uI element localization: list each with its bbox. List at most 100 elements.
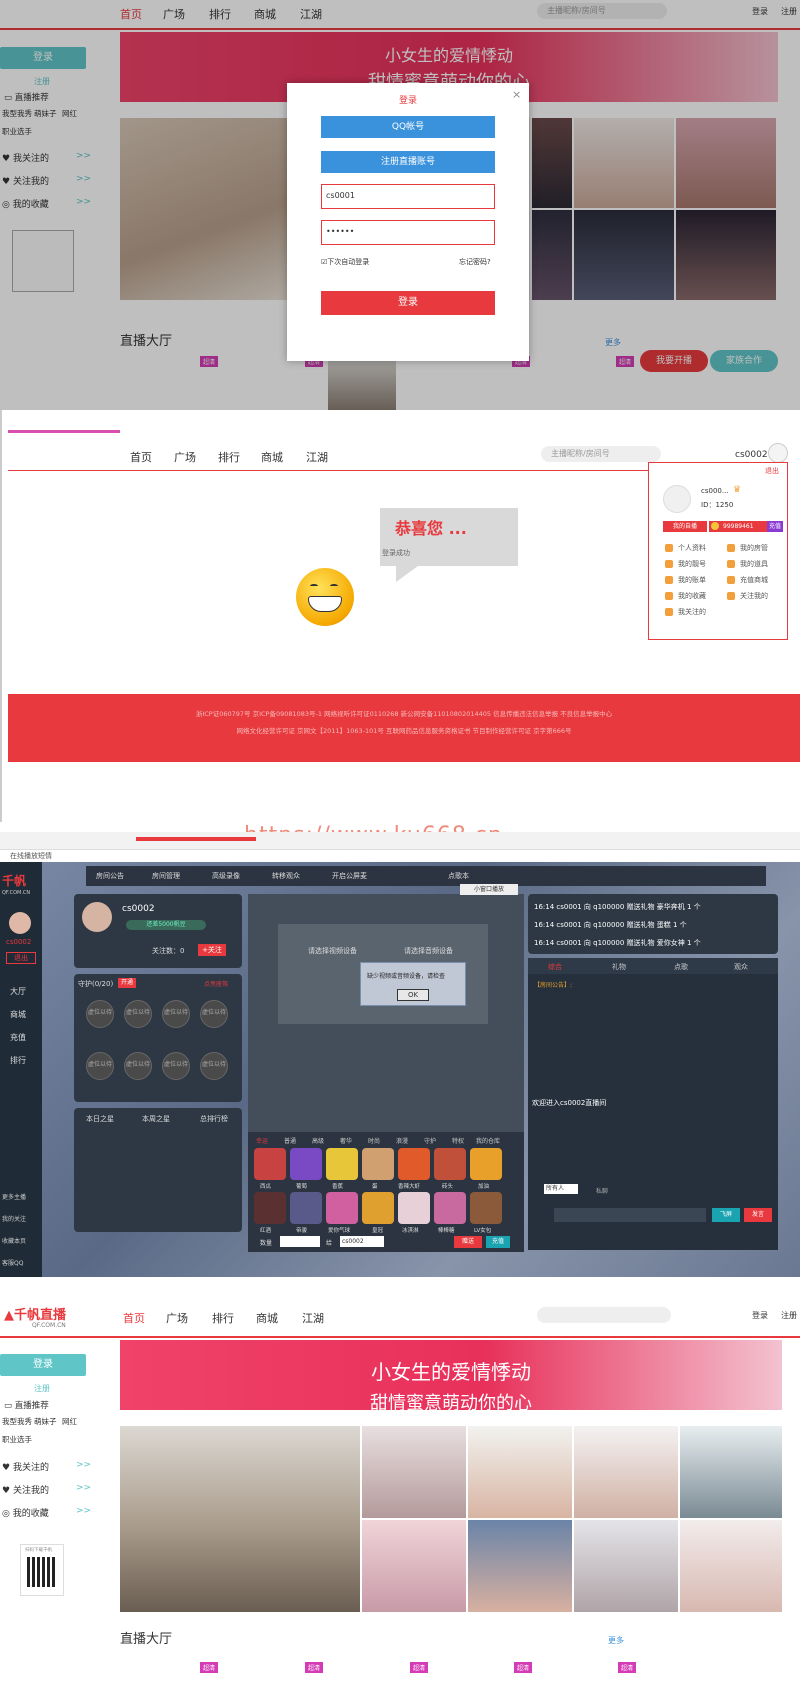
username-field[interactable]: cs0001 xyxy=(321,184,495,209)
featured-stream-photo[interactable] xyxy=(120,1426,360,1612)
stream-thumb[interactable] xyxy=(468,1426,572,1518)
avatar[interactable] xyxy=(768,443,788,463)
gift-tab[interactable]: 时尚 xyxy=(368,1136,380,1145)
alert-ok-button[interactable]: OK xyxy=(397,989,429,1001)
sidebar-logout-button[interactable]: 退出 xyxy=(6,952,36,964)
side-link-followers[interactable]: ♥ 关注我的 >> xyxy=(2,1483,91,1496)
menu-followers[interactable]: 关注我的 xyxy=(727,591,768,601)
password-field[interactable]: •••••• xyxy=(321,220,495,245)
auto-login-checkbox[interactable]: ☑下次自动登录 xyxy=(321,257,369,267)
gift-item[interactable] xyxy=(254,1148,286,1180)
sidebar-item-recharge[interactable]: 充值 xyxy=(10,1032,26,1043)
menu-recharge-mall[interactable]: 充值商城 xyxy=(727,575,768,585)
nav-mall[interactable]: 商城 xyxy=(261,449,283,465)
tab-title[interactable]: 在线播放短情 xyxy=(10,851,52,861)
nav-rank[interactable]: 排行 xyxy=(212,1310,234,1326)
menu-profile[interactable]: 个人资料 xyxy=(665,543,706,553)
chat-tab-song[interactable]: 点歌 xyxy=(674,962,688,972)
fly-screen-button[interactable]: 飞屏 xyxy=(712,1208,740,1222)
sidebar-item-mall[interactable]: 商城 xyxy=(10,1009,26,1020)
recharge-button[interactable]: 充值 xyxy=(767,521,783,532)
sidebar-my-follow[interactable]: 我的关注 xyxy=(2,1214,26,1223)
guard-slot[interactable]: 虚位以待 xyxy=(200,1052,228,1080)
banner[interactable]: 小女生的爱情悸动 甜情蜜意萌动你的心 xyxy=(120,1340,782,1410)
gift-item[interactable] xyxy=(434,1192,466,1224)
chat-tab-all[interactable]: 综合 xyxy=(548,962,562,972)
guard-slot[interactable]: 虚位以待 xyxy=(200,1000,228,1028)
side-tag-4[interactable]: 职业选手 xyxy=(2,1434,32,1445)
login-submit-button[interactable]: 登录 xyxy=(321,291,495,315)
host-avatar[interactable] xyxy=(82,902,112,932)
mini-window-button[interactable]: 小窗口播放 xyxy=(460,884,518,895)
gift-tab[interactable]: 特权 xyxy=(452,1136,464,1145)
chat-input[interactable] xyxy=(554,1208,706,1222)
search-input[interactable]: 主播昵称/房间号 xyxy=(541,446,661,462)
guard-link[interactable]: 点亮座驾 xyxy=(204,979,228,988)
stream-thumb[interactable] xyxy=(362,1520,466,1612)
stream-thumb[interactable] xyxy=(574,1426,678,1518)
rank-tab-day[interactable]: 本日之星 xyxy=(86,1114,114,1124)
qq-login-button[interactable]: QQ帐号 xyxy=(321,116,495,138)
side-register-link[interactable]: 注册 xyxy=(34,1383,50,1394)
stream-thumb[interactable] xyxy=(468,1520,572,1612)
login-link[interactable]: 登录 xyxy=(752,1310,768,1321)
side-tag-2[interactable]: 萌妹子 xyxy=(34,1416,57,1427)
side-login-button[interactable]: 登录 xyxy=(0,1354,86,1376)
sidebar-item-hall[interactable]: 大厅 xyxy=(10,986,26,997)
forgot-password-link[interactable]: 忘记密码? xyxy=(459,257,491,267)
sidebar-item-rank[interactable]: 排行 xyxy=(10,1055,26,1066)
gift-tab[interactable]: 守护 xyxy=(424,1136,436,1145)
toolbar-songbook[interactable]: 点歌本 xyxy=(448,871,469,881)
gift-item[interactable] xyxy=(326,1148,358,1180)
guard-slot[interactable]: 虚位以待 xyxy=(162,1052,190,1080)
stream-thumb[interactable] xyxy=(574,1520,678,1612)
gift-tab[interactable]: 高级 xyxy=(312,1136,324,1145)
qty-input[interactable] xyxy=(280,1236,320,1247)
nav-home[interactable]: 首页 xyxy=(123,1310,145,1326)
nav-square[interactable]: 广场 xyxy=(174,449,196,465)
toolbar-transfer[interactable]: 转移观众 xyxy=(272,871,300,881)
side-link-favorites[interactable]: ◎ 我的收藏 >> xyxy=(2,1506,91,1519)
nav-mall[interactable]: 商城 xyxy=(256,1310,278,1326)
gift-tab[interactable]: 普通 xyxy=(284,1136,296,1145)
gift-item[interactable] xyxy=(290,1192,322,1224)
stream-thumb[interactable] xyxy=(362,1426,466,1518)
gift-item[interactable] xyxy=(290,1148,322,1180)
sidebar-bookmark[interactable]: 收藏本页 xyxy=(2,1236,26,1245)
side-link-following[interactable]: ♥ 我关注的 >> xyxy=(2,1460,91,1473)
nav-square[interactable]: 广场 xyxy=(166,1310,188,1326)
send-gift-button[interactable]: 赠送 xyxy=(454,1236,482,1248)
my-stream-button[interactable]: 我的自播 xyxy=(663,521,707,532)
register-account-button[interactable]: 注册直播账号 xyxy=(321,151,495,173)
chat-send-button[interactable]: 发言 xyxy=(744,1208,772,1222)
gift-tab[interactable]: 浪漫 xyxy=(396,1136,408,1145)
menu-my-bill[interactable]: 我的账单 xyxy=(665,575,706,585)
nav-rank[interactable]: 排行 xyxy=(218,449,240,465)
guard-slot[interactable]: 虚位以待 xyxy=(86,1052,114,1080)
gift-item[interactable] xyxy=(434,1148,466,1180)
chat-tab-viewers[interactable]: 观众 xyxy=(734,962,748,972)
gift-item[interactable] xyxy=(470,1192,502,1224)
menu-my-favorites[interactable]: 我的收藏 xyxy=(665,591,706,601)
sidebar-more-anchors[interactable]: 更多主播 xyxy=(2,1192,26,1201)
gift-item[interactable] xyxy=(398,1148,430,1180)
rank-tab-week[interactable]: 本周之星 xyxy=(142,1114,170,1124)
rank-tab-total[interactable]: 总排行榜 xyxy=(200,1114,228,1124)
close-icon[interactable]: × xyxy=(512,88,521,101)
more-link[interactable]: 更多 xyxy=(608,1635,624,1646)
guard-slot[interactable]: 虚位以待 xyxy=(86,1000,114,1028)
menu-room-manager[interactable]: 我的房管 xyxy=(727,543,768,553)
nav-jianghu[interactable]: 江湖 xyxy=(306,449,328,465)
guard-slot[interactable]: 虚位以待 xyxy=(124,1000,152,1028)
chat-tab-gift[interactable]: 礼物 xyxy=(612,962,626,972)
nav-home[interactable]: 首页 xyxy=(130,449,152,465)
nav-jianghu[interactable]: 江湖 xyxy=(302,1310,324,1326)
sidebar-logo[interactable]: 千帆 xyxy=(2,872,26,889)
side-tag-3[interactable]: 网红 xyxy=(62,1416,77,1427)
menu-following[interactable]: 我关注的 xyxy=(665,607,706,617)
logout-link[interactable]: 退出 xyxy=(765,466,779,476)
whisper-checkbox[interactable]: 私聊 xyxy=(596,1186,608,1195)
gift-item[interactable] xyxy=(326,1192,358,1224)
menu-my-props[interactable]: 我的道具 xyxy=(727,559,768,569)
toolbar-room-manage[interactable]: 房间管理 xyxy=(152,871,180,881)
